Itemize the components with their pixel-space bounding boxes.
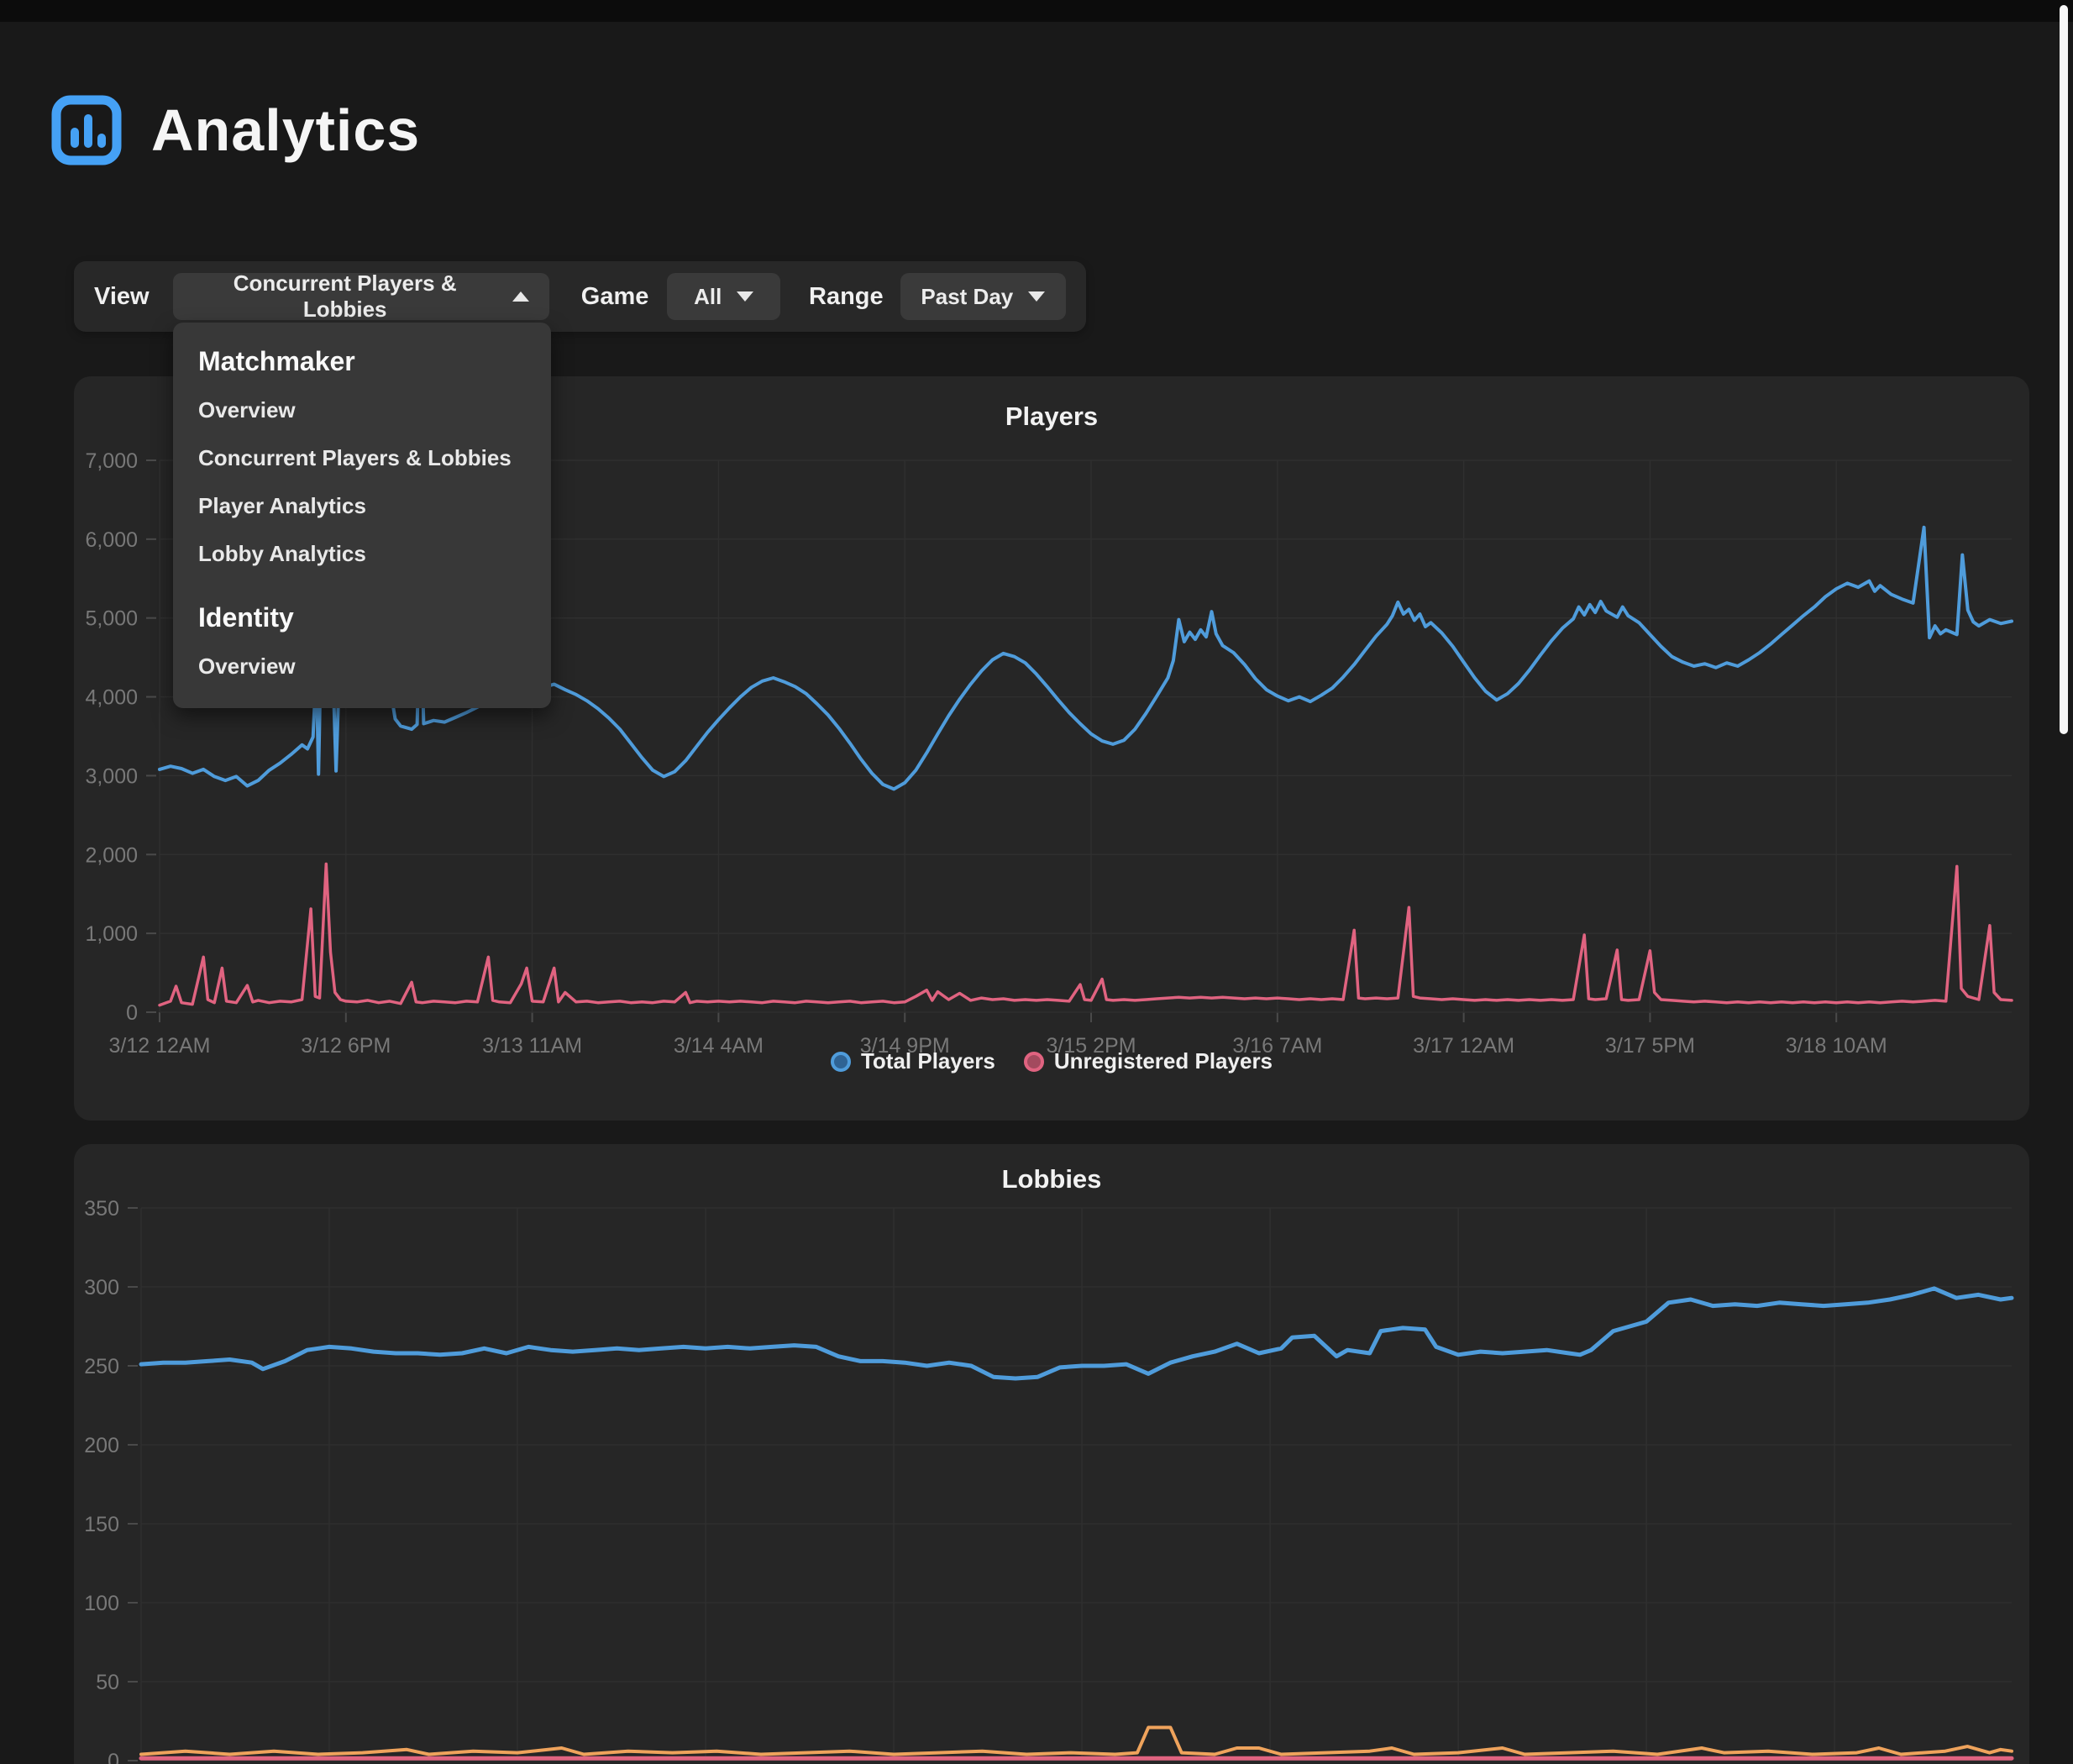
toolbar: View Concurrent Players & Lobbies Game A… [74, 261, 1086, 332]
svg-text:1,000: 1,000 [85, 922, 138, 946]
menu-item-identity-overview[interactable]: Overview [198, 654, 526, 680]
svg-text:0: 0 [108, 1750, 119, 1764]
game-dropdown-value: All [694, 284, 722, 310]
view-dropdown[interactable]: Concurrent Players & Lobbies [173, 273, 549, 320]
menu-item-lobby-analytics[interactable]: Lobby Analytics [198, 541, 526, 567]
legend-item-unregistered-players[interactable]: Unregistered Players [1024, 1048, 1273, 1074]
game-dropdown[interactable]: All [667, 273, 780, 320]
svg-text:6,000: 6,000 [85, 528, 138, 552]
menu-section-identity: Identity [198, 602, 526, 633]
range-dropdown[interactable]: Past Day [900, 273, 1066, 320]
lobbies-chart: 0 50 100 150 200 250 300 350 [74, 1144, 2029, 1764]
top-strip [0, 0, 2073, 22]
legend-label: Unregistered Players [1054, 1048, 1273, 1074]
svg-text:5,000: 5,000 [85, 607, 138, 631]
players-legend: Total Players Unregistered Players [74, 1048, 2029, 1074]
page-header: Analytics [50, 94, 420, 166]
svg-text:250: 250 [84, 1355, 119, 1378]
svg-text:2,000: 2,000 [85, 843, 138, 867]
svg-text:0: 0 [126, 1001, 138, 1025]
menu-item-matchmaker-overview[interactable]: Overview [198, 397, 526, 423]
svg-text:150: 150 [84, 1513, 119, 1536]
svg-text:300: 300 [84, 1276, 119, 1299]
legend-label: Total Players [861, 1048, 995, 1074]
scrollbar-thumb[interactable] [2060, 5, 2068, 734]
chevron-down-icon [1028, 291, 1045, 302]
menu-section-gap [198, 589, 526, 602]
view-label: View [94, 283, 150, 311]
svg-text:50: 50 [96, 1671, 119, 1694]
chevron-down-icon [737, 291, 753, 302]
menu-section-matchmaker: Matchmaker [198, 346, 526, 377]
page-title: Analytics [151, 97, 420, 164]
analytics-page: Analytics View Concurrent Players & Lobb… [0, 0, 2073, 1764]
svg-text:200: 200 [84, 1434, 119, 1457]
bar-chart-icon [50, 94, 123, 166]
unregistered-players-dot-icon [1024, 1052, 1044, 1072]
legend-item-total-players[interactable]: Total Players [831, 1048, 995, 1074]
range-dropdown-value: Past Day [921, 284, 1013, 310]
view-dropdown-menu: Matchmaker Overview Concurrent Players &… [173, 323, 551, 708]
svg-text:7,000: 7,000 [85, 449, 138, 473]
svg-text:4,000: 4,000 [85, 686, 138, 710]
total-players-dot-icon [831, 1052, 851, 1072]
menu-item-concurrent-players-lobbies[interactable]: Concurrent Players & Lobbies [198, 445, 526, 471]
chevron-up-icon [512, 291, 529, 302]
svg-text:100: 100 [84, 1592, 119, 1615]
range-label: Range [809, 283, 884, 311]
svg-text:350: 350 [84, 1197, 119, 1221]
svg-text:3,000: 3,000 [85, 764, 138, 788]
game-label: Game [581, 283, 649, 311]
menu-item-player-analytics[interactable]: Player Analytics [198, 493, 526, 519]
view-dropdown-value: Concurrent Players & Lobbies [193, 270, 497, 323]
lobbies-chart-panel: Lobbies 050100150200250300350 [74, 1144, 2029, 1764]
